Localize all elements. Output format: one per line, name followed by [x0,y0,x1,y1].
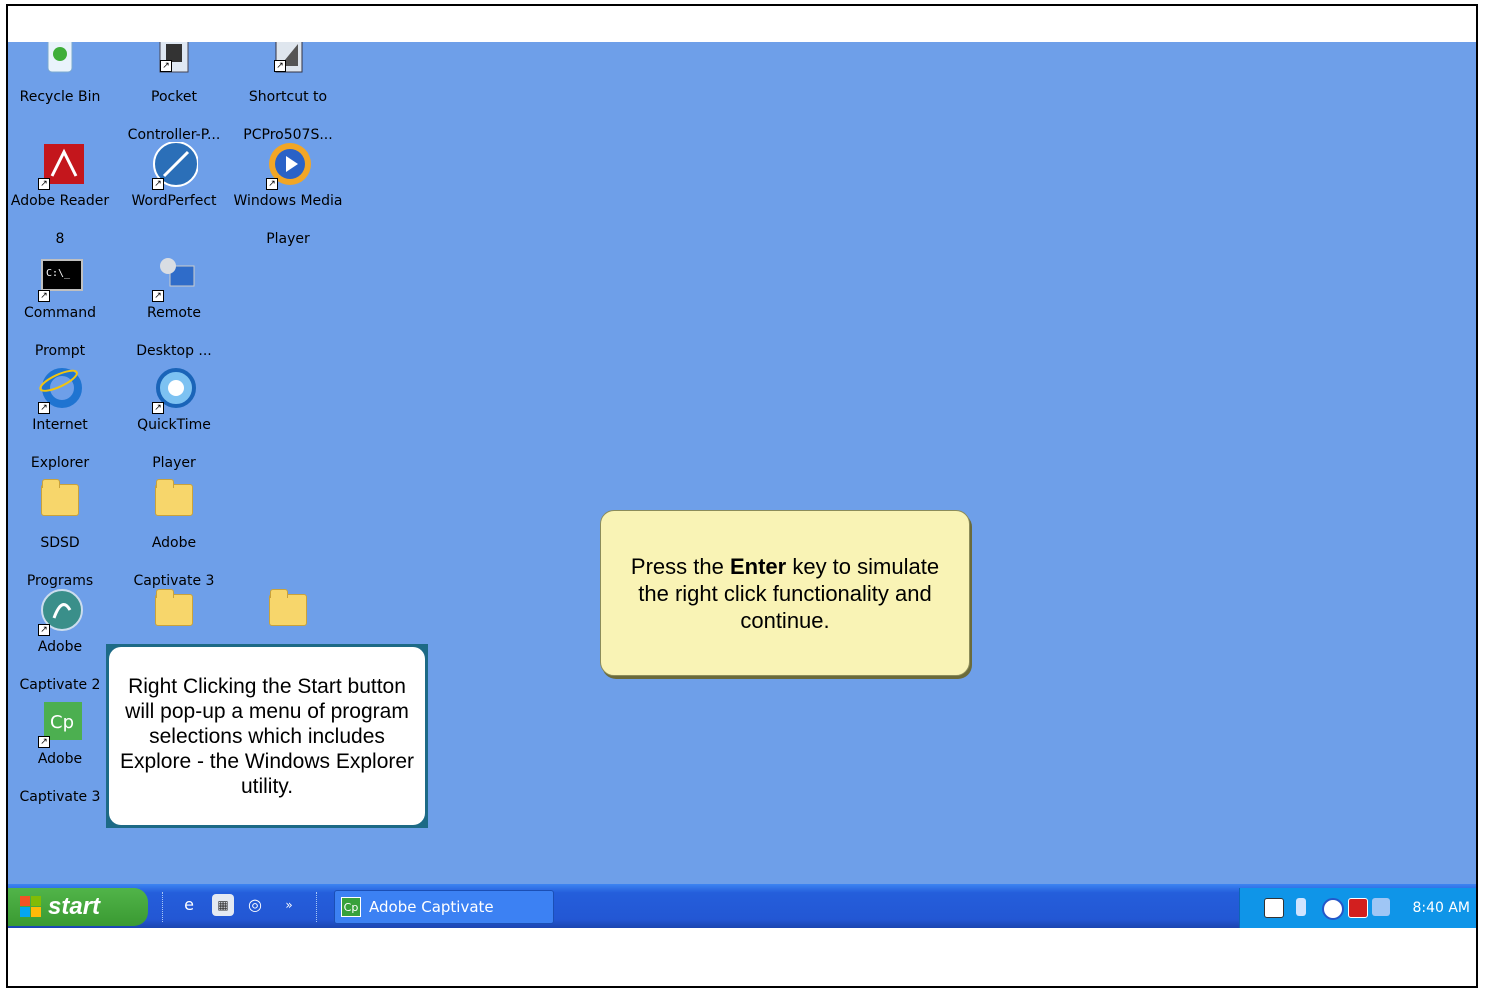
taskbar-button-adobe-captivate[interactable]: Cp Adobe Captivate [334,890,554,924]
back-arrow-icon[interactable] [1322,898,1344,920]
start-button[interactable]: start [8,888,148,926]
desktop-icon-adobe-captivate-3[interactable]: Cp ↗ Adobe Captivate 3 [8,700,116,807]
pcpro-icon: ↗ [264,42,312,86]
shortcut-arrow-icon: ↗ [274,60,286,72]
network-icon[interactable] [1296,898,1306,916]
captivate-3-icon: Cp ↗ [36,700,84,748]
recycle-bin-icon [36,42,84,86]
taskbar-separator [316,892,319,922]
desktop-icon-adobe-captivate-2[interactable]: ↗ Adobe Captivate 2 [8,588,116,695]
wordperfect-icon: ↗ [150,141,199,190]
shortcut-arrow-icon: ↗ [152,290,164,302]
command-prompt-icon: C:\_ ↗ [36,254,84,302]
desktop-icon-remote-desktop[interactable]: ↗ Remote Desktop ... [118,254,230,361]
desktop-folder-unnamed-1[interactable] [118,588,230,644]
windows-media-player-icon: ↗ [264,142,312,190]
desktop-icon-quicktime[interactable]: ↗ QuickTime Player [118,366,230,473]
shortcut-arrow-icon: ↗ [38,736,50,748]
desktop-icon-wordperfect[interactable]: ↗ WordPerfect [118,141,230,211]
shortcut-arrow-icon: ↗ [160,60,172,72]
svg-text:Cp: Cp [50,712,74,733]
pocket-controller-icon: ↗ [150,42,198,86]
folder-icon [36,479,84,532]
show-desktop-icon[interactable]: ▦ [212,894,234,916]
internet-explorer-icon: ↗ [36,366,84,414]
desktop-icon-recycle-bin[interactable]: Recycle Bin [8,42,116,107]
instruction-callout: Press the Enter key to simulate the righ… [600,510,970,676]
shortcut-arrow-icon: ↗ [38,178,50,190]
shortcut-arrow-icon: ↗ [38,290,50,302]
instruction-text: Press the Enter key to simulate the righ… [630,553,940,633]
display-icon[interactable] [1372,898,1390,916]
info-callout-text: Right Clicking the Start button will pop… [109,647,425,825]
desktop-icon-adobe-captivate-3-folder[interactable]: Adobe Captivate 3 [118,478,230,591]
shortcut-arrow-icon: ↗ [38,402,50,414]
taskbar: start e ▦ ◎ » Cp Adobe Captivate 8:40 AM [8,884,1476,928]
system-tray: 8:40 AM [1239,888,1476,928]
desktop-icon-shortcut-pcpro[interactable]: ↗ Shortcut to PCPro507S... [232,42,344,145]
clock: 8:40 AM [1412,900,1470,916]
folder-icon [150,479,198,532]
folder-icon [264,589,312,642]
captivate-2-icon: ↗ [36,588,84,636]
desktop-folder-unnamed-2[interactable] [232,588,344,644]
shortcut-arrow-icon: ↗ [38,624,50,636]
help-icon[interactable] [1264,898,1284,918]
chevron-right-icon[interactable]: » [282,894,296,916]
internet-explorer-icon[interactable]: e [178,894,200,916]
remote-desktop-icon: ↗ [150,254,198,302]
captivate-icon: Cp [341,897,361,917]
folder-icon [150,589,198,642]
desktop-icon-internet-explorer[interactable]: ↗ Internet Explorer [8,366,116,473]
info-callout: Right Clicking the Start button will pop… [106,644,428,828]
quicktime-icon: ↗ [150,366,198,414]
desktop-icon-pocket-controller[interactable]: ↗ Pocket Controller-P... [118,42,230,145]
desktop-icon-command-prompt[interactable]: C:\_ ↗ Command Prompt [8,254,116,361]
svg-text:C:\_: C:\_ [46,268,71,279]
taskbar-separator [162,892,165,922]
shortcut-arrow-icon: ↗ [152,178,164,190]
browser-icon[interactable]: ◎ [244,894,266,916]
shortcut-arrow-icon: ↗ [266,178,278,190]
desktop-icon-adobe-reader[interactable]: ↗ Adobe Reader 8 [8,142,116,249]
shortcut-arrow-icon: ↗ [152,402,164,414]
record-icon[interactable] [1348,898,1368,918]
desktop-icon-windows-media-player[interactable]: ↗ Windows Media Player [232,142,344,249]
adobe-reader-icon: ↗ [36,142,84,190]
desktop-icon-sdsd-programs[interactable]: SDSD Programs [8,478,116,591]
windows-flag-icon [20,896,42,918]
